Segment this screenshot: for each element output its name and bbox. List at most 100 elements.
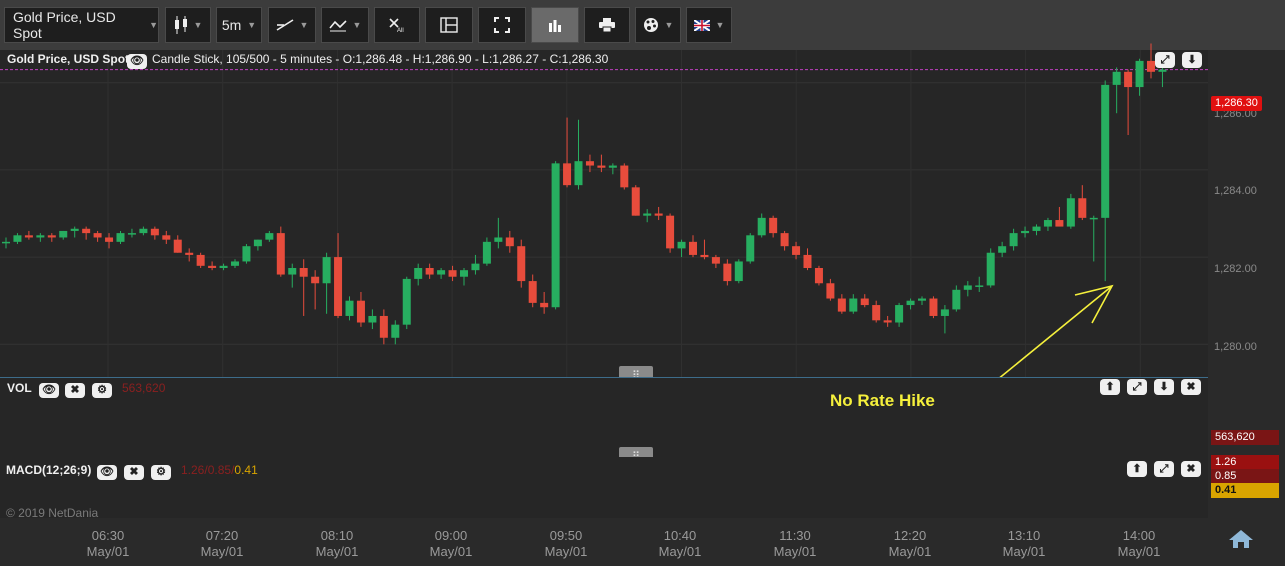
macd-label: MACD(12;26;9)	[6, 463, 92, 477]
home-icon[interactable]	[1226, 527, 1256, 551]
arrow-up-icon[interactable]: ⬆	[1100, 379, 1120, 395]
candle-body	[379, 315, 388, 338]
candle-body	[792, 246, 801, 255]
candle-body	[505, 237, 514, 247]
candle-body	[59, 230, 68, 238]
candle-body	[723, 263, 732, 282]
candle-body	[517, 246, 526, 282]
arrow-down-icon[interactable]: ⬇	[1154, 379, 1174, 395]
arrow-up-icon[interactable]: ⬆	[1127, 461, 1147, 477]
x-tick: 12:20 May/01	[880, 528, 940, 560]
x-tick: 09:50 May/01	[536, 528, 596, 560]
candle-body	[963, 285, 972, 290]
candle-body	[1124, 71, 1133, 88]
candle-body	[528, 281, 537, 303]
candle-body	[540, 302, 549, 308]
close-icon[interactable]: ✖	[1181, 461, 1201, 477]
x-tick-time: 09:50	[549, 528, 583, 543]
vol-value: 563,620	[122, 381, 166, 395]
candle-body	[677, 241, 686, 249]
candle-body	[253, 239, 262, 247]
last-price-tag: 1,286.30	[1211, 96, 1262, 111]
close-icon[interactable]: ✖	[65, 383, 85, 398]
expand-icon[interactable]: ⤢	[1155, 52, 1175, 68]
candle-body	[24, 235, 33, 238]
volume-pane[interactable]	[0, 377, 1208, 457]
candle-body	[746, 235, 755, 262]
gear-icon[interactable]: ⚙	[92, 383, 112, 398]
candle-body	[322, 257, 331, 284]
candle-body	[1009, 233, 1018, 247]
close-icon[interactable]: ✖	[124, 465, 144, 480]
candle-body	[185, 252, 194, 255]
candle-body	[36, 235, 45, 238]
x-tick-date: May/01	[658, 544, 702, 559]
candle-body	[288, 268, 297, 275]
gear-icon[interactable]: ⚙	[151, 465, 171, 480]
candle-body	[700, 254, 709, 258]
candle-body	[1112, 71, 1121, 85]
candles	[2, 43, 1167, 345]
x-tick-time: 07:20	[205, 528, 239, 543]
x-tick: 09:00 May/01	[421, 528, 481, 560]
x-tick-date: May/01	[1002, 544, 1046, 559]
annotation-text: No Rate Hike	[830, 391, 935, 410]
candle-body	[998, 246, 1007, 253]
y-tick: 1,284.00	[1214, 185, 1257, 197]
candle-body	[471, 263, 480, 271]
candle-body	[437, 270, 446, 275]
candle-body	[276, 233, 285, 275]
candle-body	[334, 257, 343, 316]
candle-body	[574, 161, 583, 186]
expand-icon[interactable]: ⤢	[1127, 379, 1147, 395]
arrow-down-icon[interactable]: ⬇	[1182, 52, 1202, 68]
candle-body	[551, 163, 560, 308]
candle-body	[231, 261, 239, 266]
candle-body	[1055, 220, 1064, 227]
candle-body	[299, 268, 308, 277]
candle-body	[734, 261, 743, 282]
candle-body	[643, 213, 652, 216]
x-tick-date: May/01	[315, 544, 359, 559]
candle-body	[265, 233, 274, 240]
eye-icon[interactable]: 👁	[39, 383, 59, 398]
macd-tag: 1.26	[1211, 455, 1279, 470]
candle-body	[1135, 60, 1144, 88]
candle-body	[368, 315, 377, 323]
candle-body	[654, 213, 663, 216]
candle-body	[711, 257, 720, 264]
volume-axis	[1208, 377, 1285, 457]
x-tick: 10:40 May/01	[650, 528, 710, 560]
candle-body	[93, 233, 102, 238]
expand-icon[interactable]: ⤢	[1154, 461, 1174, 477]
eye-icon[interactable]: 👁	[97, 465, 117, 480]
candle-body	[563, 163, 572, 186]
x-tick: 08:10 May/01	[307, 528, 367, 560]
candle-body	[757, 217, 766, 236]
candle-body	[127, 233, 136, 235]
eye-icon[interactable]: 👁	[127, 54, 147, 69]
candle-body	[173, 239, 182, 253]
candle-body	[585, 161, 594, 166]
candle-body	[242, 246, 251, 262]
candle-body	[391, 324, 400, 338]
candle-body	[2, 241, 10, 244]
signal-tag: 0.85	[1211, 469, 1279, 484]
candle-body	[906, 300, 915, 306]
candle-body	[849, 298, 858, 312]
candle-body	[860, 298, 869, 306]
candle-body	[311, 276, 320, 284]
candle-body	[769, 217, 778, 234]
candle-body	[826, 283, 835, 299]
x-tick-date: May/01	[773, 544, 817, 559]
candle-body	[1147, 60, 1155, 72]
candle-body	[345, 300, 354, 316]
close-icon[interactable]: ✖	[1181, 379, 1201, 395]
candle-body	[460, 270, 468, 277]
candle-body	[975, 285, 984, 287]
candle-body	[47, 235, 56, 238]
x-tick-date: May/01	[86, 544, 130, 559]
candle-body	[814, 268, 823, 284]
candle-body	[689, 241, 697, 255]
candle-body	[356, 300, 365, 323]
